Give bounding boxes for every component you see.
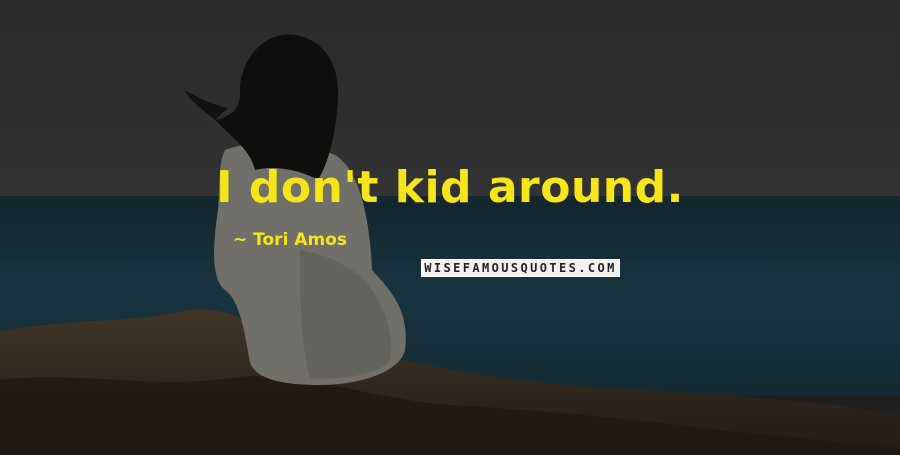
quote-author: ~ Tori Amos	[233, 230, 347, 250]
dark-overlay	[0, 0, 900, 455]
quote-image: I don't kid around. ~ Tori Amos WISEFAMO…	[0, 0, 900, 455]
background-photo	[0, 0, 900, 455]
watermark-badge: WISEFAMOUSQUOTES.COM	[421, 259, 620, 277]
quote-text: I don't kid around.	[216, 162, 684, 213]
watermark-text: WISEFAMOUSQUOTES.COM	[424, 261, 617, 275]
